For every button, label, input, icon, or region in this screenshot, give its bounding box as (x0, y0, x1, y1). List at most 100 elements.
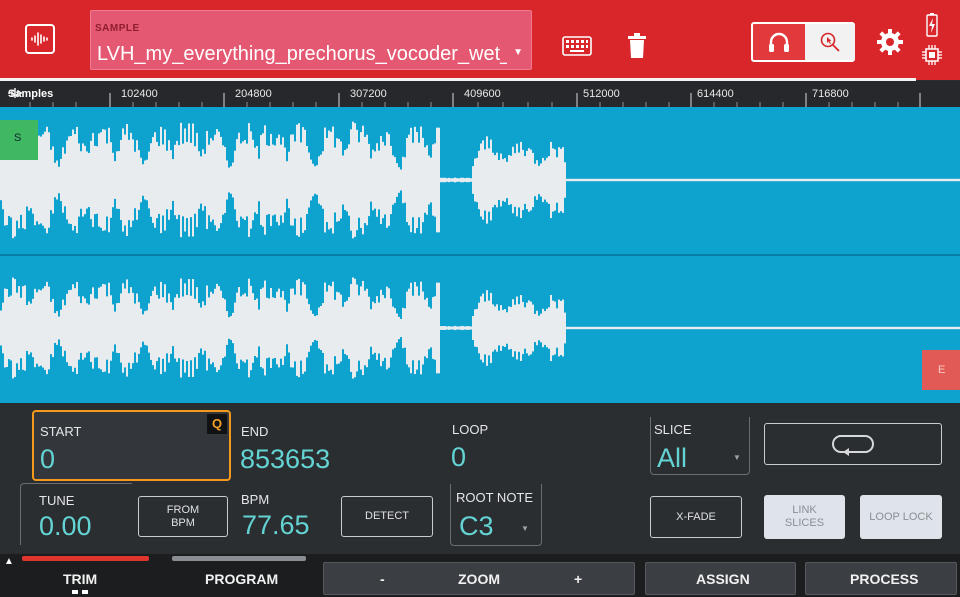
start-field[interactable]: START 0 Q (32, 410, 231, 481)
waveform-sample (566, 326, 568, 330)
waveform-sample (828, 326, 830, 330)
zoom-out-button[interactable]: - (380, 571, 385, 587)
waveform-sample (824, 178, 826, 182)
waveform-sample (876, 326, 878, 330)
root-note-select[interactable]: ROOT NOTE C3 ▼ (450, 484, 542, 546)
waveform-sample (178, 145, 180, 215)
waveform-sample (536, 160, 538, 200)
waveform-sample (368, 143, 370, 217)
waveform-sample (916, 326, 918, 330)
loop-toggle-button[interactable] (764, 423, 942, 465)
waveform-sample (290, 288, 292, 368)
waveform-sample (358, 295, 360, 361)
tune-field[interactable]: TUNE 0.00 (20, 483, 132, 545)
chip-icon (922, 45, 942, 70)
waveform-sample (170, 302, 172, 354)
waveform-sample (388, 134, 390, 226)
waveform-sample (682, 326, 684, 330)
waveform-sample (40, 290, 42, 366)
left-channel-waveform (0, 121, 960, 239)
bpm-field[interactable]: BPM 77.65 (236, 487, 336, 547)
waveform-sample (882, 178, 884, 182)
waveform-sample (178, 297, 180, 359)
waveform-sample (816, 326, 818, 330)
waveform-sample (416, 286, 418, 370)
end-field[interactable]: END 853653 (236, 410, 436, 481)
waveform-sample (308, 152, 310, 208)
zoom-cursor-icon[interactable] (805, 24, 855, 60)
sample-ruler[interactable]: Samples 102400 204800 307200 409600 5120… (0, 81, 960, 107)
waveform-display[interactable]: S E (0, 107, 960, 403)
waveform-sample (246, 296, 248, 360)
waveform-sample (764, 326, 766, 330)
waveform-sample (156, 294, 158, 362)
waveform-sample (498, 310, 500, 346)
loop-lock-button[interactable]: LOOP LOCK (860, 495, 942, 539)
end-marker[interactable]: E (922, 350, 960, 390)
link-slices-button[interactable]: LINK SLICES (764, 495, 845, 539)
tab-program[interactable]: PROGRAM (172, 562, 306, 597)
waveform-sample (514, 153, 516, 207)
sample-selector[interactable]: SAMPLE LVH_my_everything_prechorus_vocod… (90, 10, 532, 70)
waveform-sample (318, 156, 320, 204)
waveform-sample (574, 326, 576, 330)
xfade-button[interactable]: X-FADE (650, 496, 742, 538)
trash-icon[interactable] (627, 33, 647, 64)
waveform-sample (818, 178, 820, 182)
waveform-sample (908, 326, 910, 330)
tab-trim[interactable]: TRIM (22, 562, 149, 597)
waveform-sample (346, 300, 348, 356)
waveform-sample (592, 326, 594, 330)
waveform-sample (810, 178, 812, 182)
waveform-sample (584, 326, 586, 330)
waveform-sample (86, 151, 88, 209)
waveform-sample (184, 128, 186, 232)
waveform-sample (82, 296, 84, 360)
waveform-sample (148, 303, 150, 353)
start-marker[interactable]: S (0, 120, 38, 160)
waveform-sample (780, 178, 782, 182)
waveform-sample (770, 178, 772, 182)
waveform-sample (918, 178, 920, 182)
waveform-sample (270, 288, 272, 368)
waveform-sample (674, 326, 676, 330)
waveform-sample (426, 145, 428, 215)
waveform-sample (806, 178, 808, 182)
waveform-sample (684, 326, 686, 330)
from-bpm-button[interactable]: FROM BPM (138, 496, 228, 537)
waveform-sample (954, 178, 956, 182)
waveform-sample (214, 134, 216, 226)
waveform-sample (802, 326, 804, 330)
waveform-sample (460, 326, 462, 330)
loop-field[interactable]: LOOP 0 (446, 410, 626, 481)
quantize-badge[interactable]: Q (207, 414, 227, 434)
home-arrow-icon[interactable]: ▲ (4, 556, 14, 567)
waveform-sample (848, 178, 850, 182)
waveform-sample (108, 127, 110, 233)
gear-icon[interactable] (876, 28, 904, 61)
waveform-sample (464, 326, 466, 330)
waveform-sample (604, 178, 606, 182)
waveform-sample (442, 177, 444, 183)
waveform-sample (244, 139, 246, 221)
waveform-sample (906, 326, 908, 330)
headphones-icon[interactable] (753, 24, 805, 60)
audition-mode-toggle[interactable] (751, 22, 855, 62)
waveform-sample (252, 293, 254, 363)
waveform-sample (550, 141, 552, 219)
link-slices-line1: LINK (792, 504, 817, 516)
zoom-in-button[interactable]: + (574, 571, 582, 587)
waveform-sample (418, 295, 420, 361)
tab-process[interactable]: PROCESS (805, 562, 957, 595)
waveform-sample (788, 326, 790, 330)
keyboard-icon[interactable] (562, 36, 592, 61)
waveform-sample (484, 301, 486, 355)
detect-button[interactable]: DETECT (341, 496, 433, 537)
tab-assign[interactable]: ASSIGN (645, 562, 796, 595)
waveform-sample (692, 326, 694, 330)
waveform-sample (498, 159, 500, 201)
waveform-sample (486, 290, 488, 366)
slice-select[interactable]: SLICE All ▼ (650, 417, 750, 475)
waveform-sample (190, 295, 192, 361)
waveform-icon[interactable] (25, 24, 55, 54)
